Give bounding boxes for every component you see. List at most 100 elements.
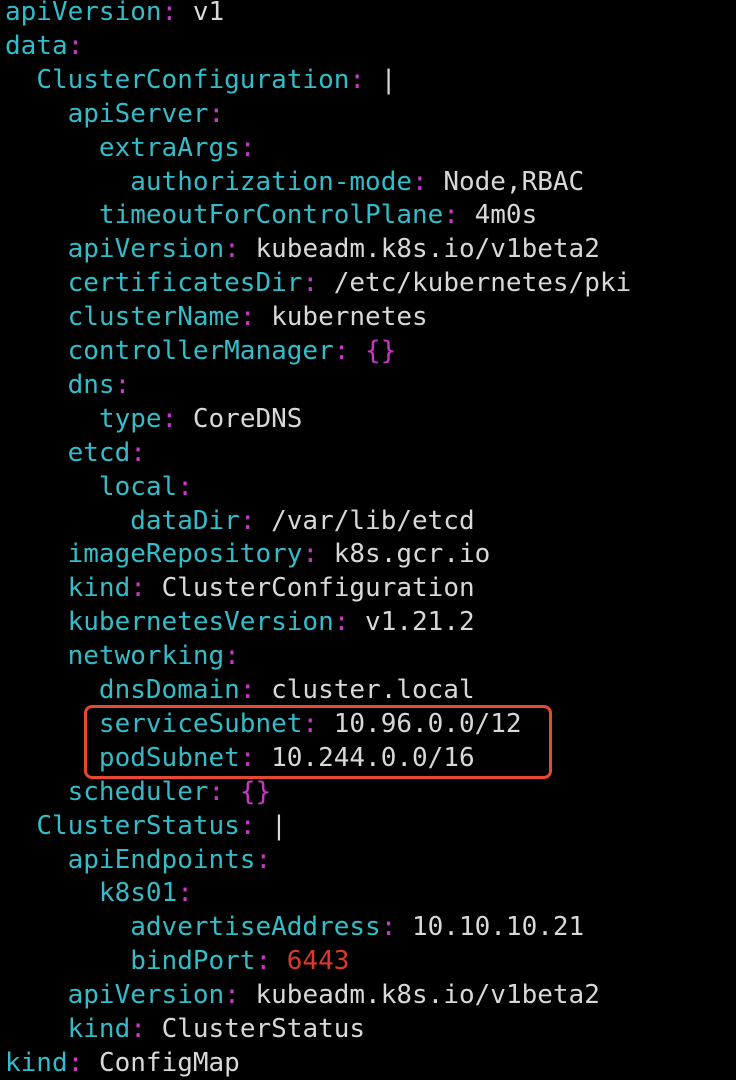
yaml-value: 6443 [286, 946, 350, 977]
yaml-indent [5, 878, 99, 908]
yaml-value: ClusterConfiguration [161, 573, 475, 604]
yaml-indent [5, 811, 36, 841]
yaml-colon: : [302, 539, 319, 570]
yaml-colon: : [239, 302, 256, 333]
yaml-colon: : [333, 607, 350, 638]
yaml-indent [5, 438, 68, 468]
yaml-value: v1.21.2 [365, 607, 475, 638]
yaml-colon: : [177, 471, 193, 502]
yaml-line: dataDir: /var/lib/etcd [5, 504, 475, 538]
yaml-line: data: [5, 29, 83, 63]
yaml-line: scheduler: {} [5, 775, 272, 809]
yaml-key: advertiseAddress [130, 912, 381, 943]
yaml-indent [5, 268, 68, 298]
yaml-colon: : [239, 810, 256, 841]
yaml-key: apiVersion [5, 0, 162, 27]
yaml-line: timeoutForControlPlane: 4m0s [5, 198, 537, 232]
yaml-key: certificatesDir [67, 268, 303, 299]
yaml-key: kubernetesVersion [67, 607, 334, 638]
yaml-colon: : [239, 675, 256, 705]
yaml-indent [5, 845, 68, 875]
yaml-indent [5, 912, 130, 942]
yaml-line: dns: [5, 368, 131, 402]
yaml-indent [5, 404, 99, 434]
yaml-key: authorization-mode [130, 166, 412, 197]
yaml-line: extraArgs: [5, 131, 256, 165]
yaml-value: /var/lib/etcd [271, 505, 475, 536]
yaml-key: kind [5, 1047, 68, 1078]
yaml-key: dnsDomain [98, 675, 240, 705]
yaml-indent [5, 302, 68, 332]
yaml-colon: : [224, 641, 240, 672]
yaml-indent [5, 200, 99, 230]
yaml-value: {} [365, 336, 397, 366]
yaml-line: k8s01: [5, 876, 193, 910]
yaml-colon: : [208, 98, 225, 129]
yaml-colon: : [67, 30, 84, 61]
yaml-line: networking: [5, 639, 240, 673]
yaml-indent [5, 133, 99, 163]
yaml-colon: : [380, 912, 397, 943]
yaml-colon: : [333, 336, 350, 366]
yaml-value: 4m0s [474, 200, 538, 231]
yaml-line: kind: ClusterConfiguration [5, 571, 475, 605]
yaml-key: kind [67, 1014, 131, 1044]
yaml-key: timeoutForControlPlane [98, 200, 444, 231]
yaml-key: data [5, 30, 68, 61]
yaml-key: ClusterConfiguration [36, 64, 350, 95]
yaml-key: type [98, 403, 162, 434]
yaml-indent [5, 234, 68, 264]
yaml-colon: : [255, 844, 272, 875]
yaml-colon: : [443, 200, 459, 231]
yaml-line: certificatesDir: /etc/kubernetes/pki [5, 266, 632, 300]
yaml-key: extraArgs [98, 132, 240, 163]
yaml-colon: : [349, 64, 366, 95]
yaml-colon: : [67, 1047, 84, 1078]
yaml-value: Node,RBAC [443, 166, 585, 197]
yaml-value: {} [239, 776, 272, 807]
yaml-value: CoreDNS [192, 403, 303, 434]
yaml-line: apiServer: [5, 97, 225, 131]
yaml-indent [5, 539, 68, 569]
yaml-indent [5, 946, 130, 976]
yaml-value: /etc/kubernetes/pki [333, 268, 632, 299]
yaml-colon: : [130, 573, 146, 604]
yaml-key: controllerManager [67, 336, 334, 366]
yaml-value: kubeadm.k8s.io/v1beta2 [255, 980, 600, 1011]
yaml-colon: : [239, 132, 256, 163]
yaml-key: etcd [67, 437, 131, 468]
yaml-colon: : [255, 946, 272, 977]
yaml-indent [5, 65, 36, 95]
yaml-colon: : [224, 234, 240, 265]
yaml-indent [5, 675, 99, 705]
yaml-indent [5, 1014, 68, 1044]
yaml-indent [5, 777, 68, 807]
yaml-colon: : [177, 878, 193, 909]
yaml-value: k8s.gcr.io [333, 539, 491, 570]
yaml-line: kubernetesVersion: v1.21.2 [5, 605, 475, 639]
yaml-value: v1 [192, 0, 225, 27]
yaml-key: apiVersion [67, 234, 225, 265]
yaml-value: ConfigMap [98, 1047, 240, 1078]
yaml-key: clusterName [67, 302, 240, 333]
yaml-line: controllerManager: {} [5, 334, 397, 368]
yaml-indent [5, 472, 99, 502]
yaml-line: clusterName: kubernetes [5, 300, 428, 334]
yaml-key: scheduler [67, 776, 209, 807]
yaml-line: local: [5, 470, 193, 504]
yaml-line: advertiseAddress: 10.10.10.21 [5, 910, 584, 944]
yaml-colon: : [130, 1014, 146, 1044]
yaml-value: kubeadm.k8s.io/v1beta2 [255, 234, 600, 265]
yaml-colon: : [208, 776, 225, 807]
yaml-value: cluster.local [271, 675, 475, 705]
yaml-indent [5, 641, 68, 671]
yaml-line: apiEndpoints: [5, 843, 272, 877]
yaml-colon: : [224, 980, 240, 1011]
yaml-key: kind [67, 573, 131, 604]
yaml-indent [5, 607, 68, 637]
yaml-key: k8s01 [98, 878, 178, 909]
yaml-line: apiVersion: kubeadm.k8s.io/v1beta2 [5, 978, 600, 1012]
yaml-colon: : [302, 268, 319, 299]
yaml-key: apiEndpoints [67, 844, 256, 875]
yaml-line: dnsDomain: cluster.local [5, 673, 475, 707]
